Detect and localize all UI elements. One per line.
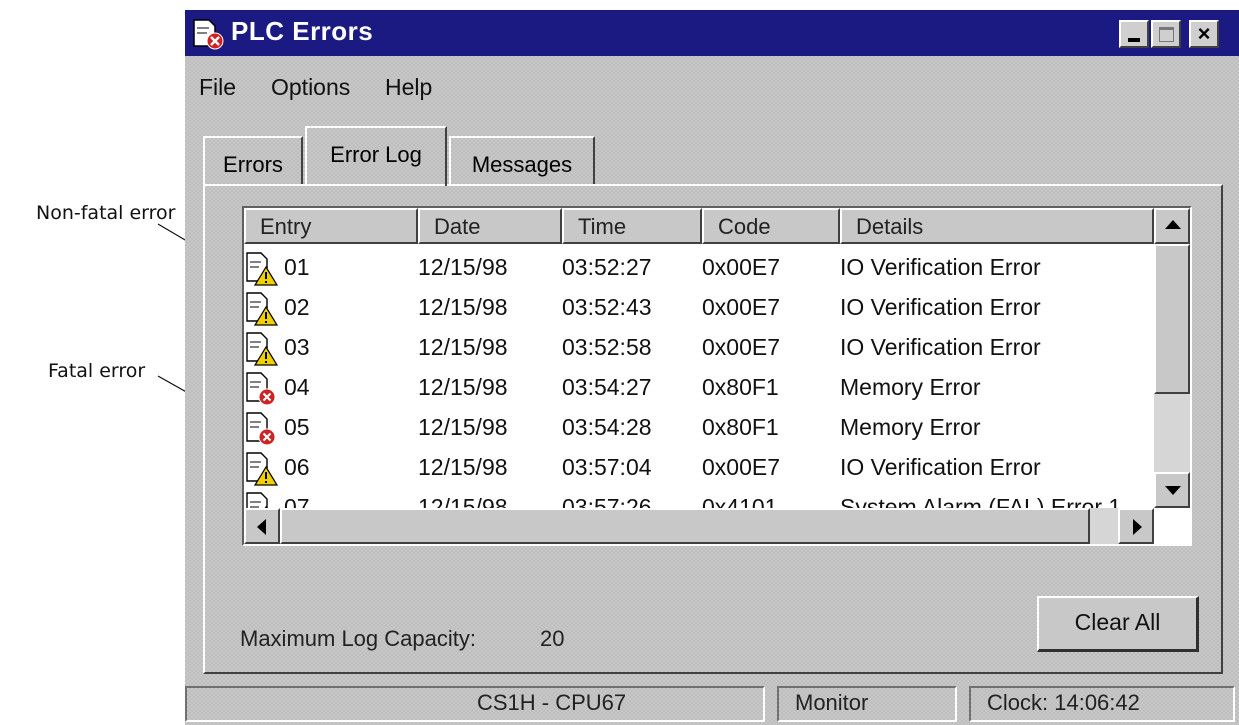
arrow-down-icon xyxy=(1165,486,1181,495)
minimize-button[interactable] xyxy=(1119,20,1149,48)
cell-entry: 06 xyxy=(284,454,310,480)
scroll-up-button[interactable] xyxy=(1154,208,1190,244)
cell-time: 03:52:58 xyxy=(562,334,652,360)
capacity-label: Maximum Log Capacity: xyxy=(240,626,476,651)
list-header: Entry Date Time Code Details xyxy=(244,208,1154,244)
cell-entry: 01 xyxy=(284,254,310,280)
maximize-button[interactable] xyxy=(1151,20,1181,48)
title-bar[interactable]: PLC Errors × xyxy=(185,10,1239,56)
menu-file[interactable]: File xyxy=(199,74,236,101)
error-log-list[interactable]: Entry Date Time Code Details 01 12/15/98 0… xyxy=(242,206,1192,546)
cell-date: 12/15/98 xyxy=(418,254,508,280)
warning-icon xyxy=(246,452,279,486)
clear-all-button[interactable]: Clear All xyxy=(1037,596,1199,652)
maximize-icon xyxy=(1159,27,1174,42)
cell-time: 03:52:43 xyxy=(562,294,652,320)
table-row[interactable]: 05 12/15/98 03:54:28 0x80F1 Memory Error xyxy=(244,408,1154,448)
cell-entry: 02 xyxy=(284,294,310,320)
column-details[interactable]: Details xyxy=(840,208,1154,244)
arrow-right-icon xyxy=(1133,519,1142,535)
tab-errors[interactable]: Errors xyxy=(203,136,303,184)
cell-date: 12/15/98 xyxy=(418,414,508,440)
cell-date: 12/15/98 xyxy=(418,374,508,400)
window-title: PLC Errors xyxy=(231,16,374,46)
status-mode: Monitor xyxy=(777,686,957,722)
cell-code: 0x80F1 xyxy=(702,374,779,400)
close-button[interactable]: × xyxy=(1189,20,1219,48)
plc-error-icon xyxy=(193,19,224,50)
cell-code: 0x00E7 xyxy=(702,454,781,480)
cell-time: 03:54:28 xyxy=(562,414,652,440)
fatal-error-icon xyxy=(246,412,276,446)
cell-code: 0x00E7 xyxy=(702,334,781,360)
horizontal-scroll-thumb[interactable] xyxy=(280,508,1090,544)
menu-help[interactable]: Help xyxy=(385,74,432,101)
table-row[interactable]: 06 12/15/98 03:57:04 0x00E7 IO Verification … xyxy=(244,448,1154,488)
cell-details: IO Verification Error xyxy=(840,294,1041,320)
capacity-value: 20 xyxy=(540,626,565,651)
table-row[interactable]: 01 12/15/98 03:52:27 0x00E7 IO Verification … xyxy=(244,248,1154,288)
cell-details: IO Verification Error xyxy=(840,454,1041,480)
arrow-up-icon xyxy=(1165,220,1181,229)
table-row[interactable]: 04 12/15/98 03:54:27 0x80F1 Memory Error xyxy=(244,368,1154,408)
arrow-left-icon xyxy=(257,519,266,535)
column-code[interactable]: Code xyxy=(702,208,840,244)
status-bar: CS1H - CPU67 Monitor Clock: 14:06:42 xyxy=(185,682,1239,725)
cell-code: 0x00E7 xyxy=(702,294,781,320)
vertical-scrollbar[interactable] xyxy=(1154,208,1190,508)
plc-errors-window: PLC Errors × File Options Help Errors Er… xyxy=(185,10,1239,725)
column-time[interactable]: Time xyxy=(562,208,702,244)
cell-code: 0x00E7 xyxy=(702,254,781,280)
status-cpu: CS1H - CPU67 xyxy=(185,686,765,722)
status-clock: Clock: 14:06:42 xyxy=(969,686,1235,722)
cell-entry: 03 xyxy=(284,334,310,360)
menu-options[interactable]: Options xyxy=(271,74,350,101)
cell-time: 03:54:27 xyxy=(562,374,652,400)
column-date[interactable]: Date xyxy=(418,208,562,244)
close-icon: × xyxy=(1197,21,1211,46)
scroll-left-button[interactable] xyxy=(244,508,280,544)
vertical-scroll-thumb[interactable] xyxy=(1154,244,1190,394)
warning-icon xyxy=(246,252,279,286)
tab-messages[interactable]: Messages xyxy=(449,136,595,184)
error-log-panel: Entry Date Time Code Details 01 12/15/98 0… xyxy=(203,184,1223,674)
cell-time: 03:52:27 xyxy=(562,254,652,280)
cell-code: 0x80F1 xyxy=(702,414,779,440)
fatal-error-icon xyxy=(246,372,276,406)
cell-entry: 04 xyxy=(284,374,310,400)
minimize-icon xyxy=(1128,38,1140,42)
cell-entry: 05 xyxy=(284,414,310,440)
scroll-down-button[interactable] xyxy=(1154,472,1190,508)
tab-error-log[interactable]: Error Log xyxy=(305,126,447,186)
cell-details: Memory Error xyxy=(840,374,981,400)
table-row[interactable]: 02 12/15/98 03:52:43 0x00E7 IO Verification … xyxy=(244,288,1154,328)
warning-icon xyxy=(246,292,279,326)
cell-details: Memory Error xyxy=(840,414,981,440)
scroll-right-button[interactable] xyxy=(1118,508,1154,544)
warning-icon xyxy=(246,332,279,366)
cell-details: IO Verification Error xyxy=(840,334,1041,360)
table-row[interactable]: 03 12/15/98 03:52:58 0x00E7 IO Verification … xyxy=(244,328,1154,368)
horizontal-scrollbar[interactable] xyxy=(244,508,1154,544)
cell-time: 03:57:04 xyxy=(562,454,652,480)
cell-date: 12/15/98 xyxy=(418,334,508,360)
cell-date: 12/15/98 xyxy=(418,454,508,480)
cell-details: IO Verification Error xyxy=(840,254,1041,280)
cell-date: 12/15/98 xyxy=(418,294,508,320)
column-entry[interactable]: Entry xyxy=(244,208,418,244)
